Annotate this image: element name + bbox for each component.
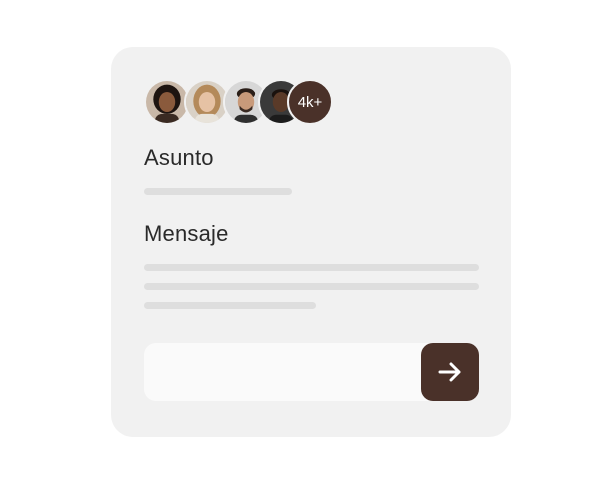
message-placeholder-line[interactable] (144, 264, 479, 271)
arrow-right-icon (438, 362, 461, 382)
avatar-group: 4k+ (144, 79, 344, 127)
message-placeholder-line[interactable] (144, 302, 316, 309)
avatar-count-badge: 4k+ (287, 79, 333, 125)
subject-label: Asunto (144, 145, 214, 170)
subject-placeholder-line[interactable] (144, 188, 292, 195)
send-button[interactable] (421, 343, 479, 401)
message-placeholder-line[interactable] (144, 283, 479, 290)
message-label: Mensaje (144, 221, 229, 246)
contact-card: 4k+ Asunto Mensaje (111, 47, 511, 437)
